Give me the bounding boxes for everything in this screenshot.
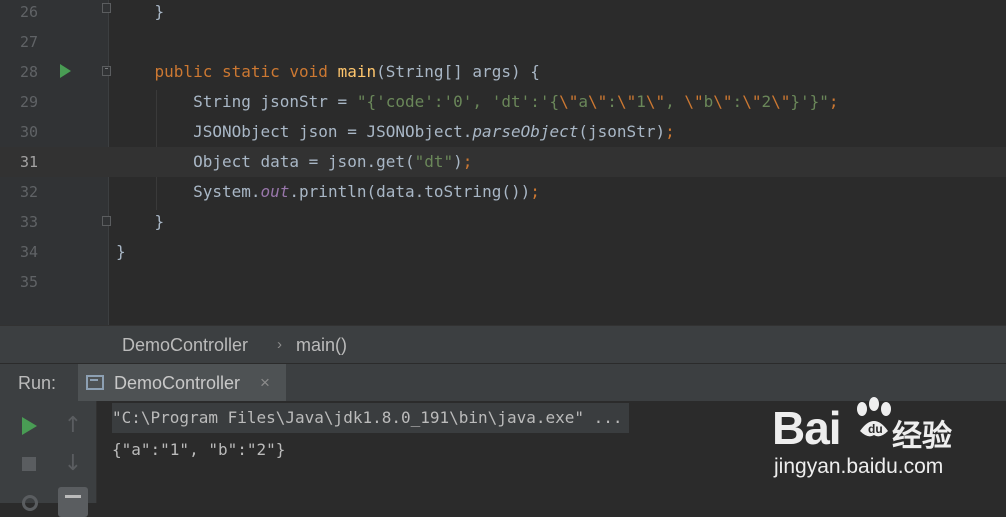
code-line[interactable]: 28 public static void main(String[] args…	[0, 57, 1006, 87]
code-token: ;	[462, 152, 473, 171]
arrow-down-icon[interactable]: ↓	[58, 449, 88, 479]
code-line[interactable]: 33 }	[0, 207, 1006, 237]
watermark-url: jingyan.baidu.com	[774, 455, 944, 478]
line-number: 30	[19, 123, 38, 141]
code-editor[interactable]: 26 } 27 28 public static void main(String[…	[0, 0, 1006, 325]
run-label: Run:	[18, 373, 57, 393]
line-number: 34	[19, 243, 38, 261]
watermark-brand-cn: 经验	[892, 420, 952, 453]
run-main-gutter-icon[interactable]	[60, 64, 71, 78]
code-token: :	[732, 92, 743, 111]
code-token: (jsonStr)	[578, 122, 666, 141]
arrow-up-icon[interactable]: ↑	[58, 411, 88, 441]
breadcrumb-method[interactable]: main()	[296, 326, 347, 364]
breadcrumb-separator: ›	[277, 336, 282, 353]
fold-marker-icon[interactable]	[102, 216, 111, 226]
code-token: ;	[530, 182, 540, 201]
code-line[interactable]: 31 Object data = json.get("dt");	[0, 147, 1006, 177]
code-token: }	[116, 242, 126, 261]
code-token: 2	[761, 92, 772, 111]
code-text[interactable]: JSONObject json = JSONObject.parseObject…	[116, 117, 675, 147]
code-text[interactable]: }	[116, 0, 165, 27]
line-number: 29	[19, 93, 38, 111]
line-number: 35	[19, 273, 38, 291]
code-token: \"	[713, 92, 733, 111]
code-token: JSONObject json = JSONObject.	[116, 122, 473, 141]
code-token: ;	[828, 92, 839, 111]
console-output-line: {"a":"1", "b":"2"}	[112, 440, 286, 459]
code-token: 1	[636, 92, 646, 111]
line-number: 31	[19, 153, 38, 171]
code-token: String jsonStr =	[116, 92, 357, 111]
code-token: b	[703, 92, 714, 111]
code-token: .println(data.toString())	[289, 182, 531, 201]
code-line[interactable]: 32 System.out.println(data.toString());	[0, 177, 1006, 207]
line-number: 26	[19, 3, 38, 21]
svg-text:du: du	[868, 422, 883, 436]
code-token: }'}"	[790, 92, 829, 111]
fold-marker-icon[interactable]	[102, 3, 111, 13]
code-line[interactable]: 26 }	[0, 0, 1006, 27]
code-token: :	[607, 92, 617, 111]
code-text[interactable]: System.out.println(data.toString());	[116, 177, 540, 207]
code-text[interactable]: public static void main(String[] args) {	[116, 57, 540, 87]
code-token: }	[116, 2, 165, 21]
watermark-brand: Bai	[772, 402, 842, 454]
code-token: "dt"	[414, 152, 454, 171]
breadcrumb: DemoController › main()	[0, 325, 1006, 364]
code-token: "{'code':'0', 'dt':'{	[356, 92, 560, 111]
code-token: \"	[588, 92, 608, 111]
stop-icon[interactable]	[14, 449, 44, 479]
code-token: ,	[665, 92, 685, 111]
line-number: 28	[19, 63, 38, 81]
code-token: )	[453, 152, 463, 171]
code-text[interactable]: Object data = json.get("dt");	[116, 147, 472, 177]
paw-icon: du	[857, 397, 891, 437]
code-line[interactable]: 34}	[0, 237, 1006, 267]
code-text[interactable]: }	[116, 207, 165, 237]
code-token: main	[337, 62, 377, 81]
console-toolbar: ↑ ↓	[0, 401, 97, 517]
code-token: \"	[645, 92, 666, 111]
soft-wrap-icon[interactable]	[58, 487, 88, 517]
code-token: \"	[771, 92, 791, 111]
code-token: \"	[684, 92, 704, 111]
code-token: out	[260, 182, 290, 201]
line-number: 32	[19, 183, 38, 201]
close-icon[interactable]: ×	[260, 364, 270, 402]
code-token: public static void	[154, 62, 338, 81]
code-line[interactable]: 29 String jsonStr = "{'code':'0', 'dt':'…	[0, 87, 1006, 117]
line-number: 33	[19, 213, 38, 231]
code-text[interactable]: String jsonStr = "{'code':'0', 'dt':'{\"…	[116, 87, 839, 117]
code-line[interactable]: 35	[0, 267, 1006, 297]
run-tab-label: DemoController	[114, 373, 241, 393]
line-number: 27	[19, 33, 38, 51]
run-tab-democontroller[interactable]: DemoController ×	[78, 364, 286, 402]
console-command-line: "C:\Program Files\Java\jdk1.8.0_191\bin\…	[112, 403, 629, 433]
console-icon	[86, 375, 104, 390]
code-token: Object data = json.get(	[116, 152, 415, 171]
code-token: ;	[665, 122, 675, 141]
code-token: \"	[616, 92, 637, 111]
code-token: }	[116, 212, 165, 231]
baidu-jingyan-watermark: Bai du 经验 jingyan.baidu.com	[772, 393, 1002, 493]
settings-icon[interactable]	[14, 485, 44, 515]
code-token: System.	[116, 182, 261, 201]
code-token: \"	[742, 92, 762, 111]
breadcrumb-class[interactable]: DemoController	[122, 326, 248, 364]
code-text[interactable]: }	[116, 237, 126, 267]
code-token: \"	[559, 92, 579, 111]
code-line[interactable]: 30 JSONObject json = JSONObject.parseObj…	[0, 117, 1006, 147]
code-line[interactable]: 27	[0, 27, 1006, 57]
code-token: parseObject	[472, 122, 579, 141]
fold-marker-icon[interactable]	[102, 66, 111, 76]
code-token: (String[] args) {	[376, 62, 540, 81]
rerun-icon[interactable]	[14, 411, 44, 441]
code-token: a	[578, 92, 589, 111]
